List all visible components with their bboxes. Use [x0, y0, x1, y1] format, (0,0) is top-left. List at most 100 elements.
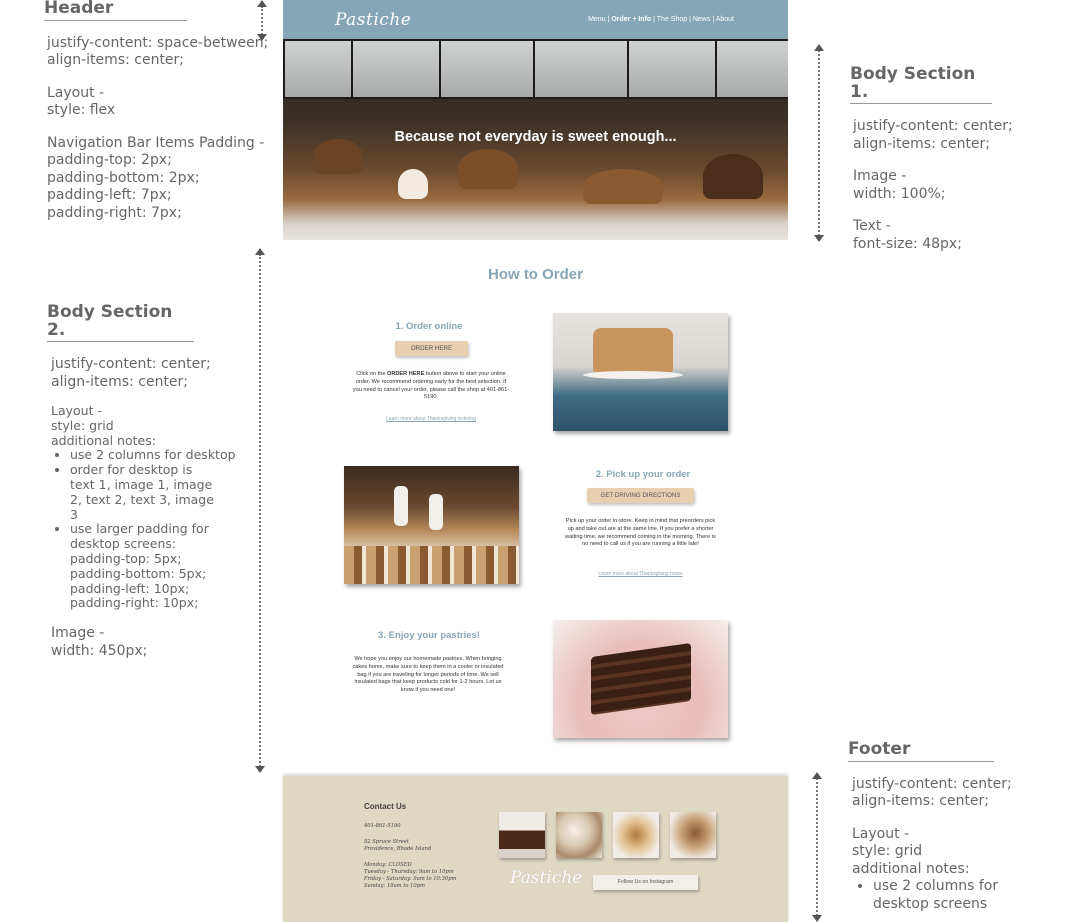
footer-phone[interactable]: 401-861-5190: [364, 823, 401, 829]
footer-logo[interactable]: Pastiche: [510, 868, 582, 888]
body2-annotation-title: Body Section 2.: [47, 303, 194, 342]
header-span-arrow: [257, 0, 267, 41]
annotation-line: style: grid: [51, 417, 114, 433]
hero-window: [351, 39, 441, 99]
baker-figure: [394, 486, 408, 526]
step-3-title: 3. Enjoy your pastries!: [378, 630, 480, 641]
hero-window: [627, 39, 717, 99]
footer-address-2: Providence, Rhode Island: [364, 846, 432, 852]
site-logo[interactable]: Pastiche: [335, 10, 411, 30]
body1-annotation: Body Section 1. justify-content: center;…: [850, 65, 1050, 253]
annotation-line: Navigation Bar Items Padding -: [47, 134, 265, 151]
annotation-line: align-items: center;: [853, 135, 991, 152]
order-here-button[interactable]: ORDER HERE: [395, 341, 468, 356]
instagram-thumbnail[interactable]: [613, 812, 659, 858]
website-mockup: Pastiche Menu | Order + Info | The Shop …: [283, 0, 788, 922]
annotation-line: width: 100%;: [853, 185, 946, 202]
nav-bar: Menu | Order + Info | The Shop | News | …: [588, 16, 734, 23]
step-2-title: 2. Pick up your order: [595, 469, 691, 480]
chocolate-cake-shape: [591, 642, 691, 716]
footer-hours: Friday - Saturday: 9am to 10:30pm: [364, 876, 457, 882]
annotation-line: additional notes:: [51, 432, 156, 448]
step-1-text-before: Click on the: [356, 371, 387, 377]
annotation-line: Layout -: [47, 84, 105, 101]
annotation-line: Image -: [51, 625, 105, 642]
site-header: Pastiche Menu | Order + Info | The Shop …: [283, 0, 788, 39]
header-annotation-title: Header: [44, 0, 187, 21]
display-case: [344, 546, 519, 584]
annotation-bullet: use 2 columns for desktop screens: [873, 878, 1043, 913]
step-3-text: We hope you enjoy our homemade pastries.…: [352, 656, 504, 694]
annotation-line: Layout -: [51, 403, 102, 418]
step-1-link[interactable]: Learn more about Thanksgiving ordering: [352, 416, 510, 422]
annotation-line: padding-left: 7px;: [47, 187, 172, 203]
baker-figure: [429, 494, 443, 530]
instagram-button[interactable]: Follow Us on Instagram: [593, 875, 698, 890]
annotation-line: style: grid: [852, 843, 923, 859]
section-title: How to Order: [487, 266, 583, 283]
hero-window: [283, 39, 353, 99]
step-1-text: Click on the ORDER HERE button above to …: [352, 371, 510, 402]
annotation-line: justify-content: center;: [853, 118, 1013, 134]
hero-cake: [398, 169, 428, 199]
cake-slice-photo: [553, 313, 728, 431]
footer-annotation-title: Footer: [848, 740, 994, 762]
footer-hours: Tuesday - Thursday: 9am to 10pm: [364, 869, 454, 875]
footer-title: Contact Us: [364, 802, 407, 811]
cake-stand: [583, 371, 683, 379]
hero-cake: [703, 154, 763, 199]
instagram-thumbnail[interactable]: [556, 812, 602, 858]
annotation-line: align-items: center;: [852, 793, 990, 809]
nav-menu[interactable]: Menu: [588, 16, 606, 23]
body2-annotation: Body Section 2. justify-content: center;…: [47, 303, 257, 660]
chocolate-cake-photo: [553, 620, 728, 738]
annotation-line: padding-left: 10px;: [70, 580, 190, 596]
footer-span-arrow: [812, 772, 822, 922]
annotation-line: Image -: [853, 168, 907, 184]
footer-annotation: Footer justify-content: center; align-it…: [846, 740, 1066, 913]
footer-hours: Sunday: 10am to 10pm: [364, 883, 425, 889]
site-footer: Contact Us 401-861-5190 92 Spruce Street…: [283, 776, 788, 922]
nav-news[interactable]: News: [693, 16, 711, 23]
get-directions-button[interactable]: GET DRIVING DIRECTIONS: [587, 488, 694, 503]
hero-window: [715, 39, 788, 99]
annotation-line: padding-top: 5px;: [70, 550, 182, 566]
hero-window: [533, 39, 629, 99]
annotation-line: font-size: 48px;: [853, 235, 962, 252]
step-2-link[interactable]: Learn more about Thanksgiving hours: [563, 571, 718, 577]
hero-cake: [458, 149, 518, 189]
annotation-bullet: order for desktop is text 1, image 1, im…: [70, 462, 215, 522]
hero-window: [439, 39, 535, 99]
annotation-line: justify-content: center;: [852, 775, 1012, 792]
footer-address-1: 92 Spruce Street: [364, 839, 409, 845]
instagram-thumbnail[interactable]: [499, 812, 545, 858]
annotation-line: padding-top: 2px;: [47, 152, 172, 168]
annotation-line: align-items: center;: [47, 52, 185, 68]
step-1-title: 1. Order online: [395, 321, 463, 332]
nav-shop[interactable]: The Shop: [657, 16, 687, 23]
annotation-line: padding-bottom: 2px;: [47, 169, 200, 186]
footer-hours: Monday: CLOSED: [364, 862, 412, 868]
annotation-line: padding-right: 7px;: [47, 204, 182, 221]
annotation-line: Layout -: [852, 825, 910, 842]
annotation-line: padding-bottom: 5px;: [70, 565, 207, 581]
annotation-bullet: use larger padding for desktop screens: …: [70, 522, 210, 611]
hero-image: Because not everyday is sweet enough...: [283, 39, 788, 240]
annotation-line: style: flex: [47, 102, 116, 118]
bakery-counter-photo: [344, 466, 519, 584]
hero-tagline: Because not everyday is sweet enough...: [394, 129, 677, 145]
annotation-line: justify-content: space-between;: [47, 34, 269, 51]
step-1-text-bold: ORDER HERE: [387, 371, 425, 377]
step-2-text: Pick up your order in-store. Keep in min…: [565, 518, 716, 548]
nav-about[interactable]: About: [716, 16, 734, 23]
annotation-line: align-items: center;: [51, 373, 189, 390]
instagram-thumbnail[interactable]: [670, 812, 716, 858]
nav-order-info[interactable]: Order + Info: [611, 16, 651, 23]
hero-cake: [583, 169, 663, 204]
annotation-line: Text -: [853, 218, 891, 234]
cake-shape: [593, 328, 673, 373]
body1-annotation-title: Body Section 1.: [850, 65, 992, 104]
body2-span-arrow: [255, 248, 265, 773]
annotation-line: justify-content: center;: [51, 356, 211, 372]
header-annotation: Header justify-content: space-between; a…: [44, 0, 274, 222]
